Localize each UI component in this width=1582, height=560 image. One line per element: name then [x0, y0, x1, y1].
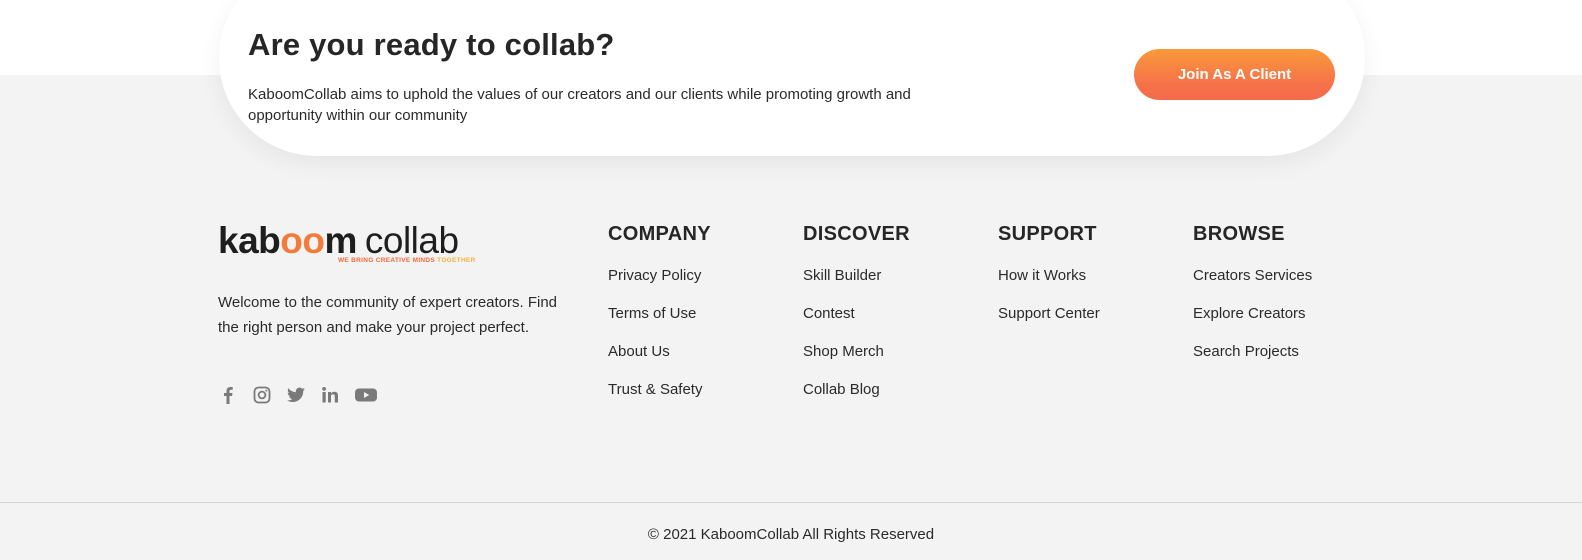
footer-link-explore-creators[interactable]: Explore Creators [1193, 304, 1312, 324]
youtube-icon[interactable] [354, 385, 378, 405]
footer-link-support-center[interactable]: Support Center [998, 304, 1100, 324]
join-as-client-button[interactable]: Join As A Client [1134, 49, 1335, 100]
footer-heading-support: SUPPORT [998, 223, 1097, 245]
social-links [218, 385, 378, 405]
logo-tagline-end: TOGETHER [437, 257, 476, 264]
footer-link-skill-builder[interactable]: Skill Builder [803, 266, 910, 286]
footer-column-support: SUPPORT How it Works Support Center [998, 222, 1100, 342]
footer-divider [0, 502, 1582, 503]
logo-part: collab [364, 220, 459, 261]
footer-column-discover: DISCOVER Skill Builder Contest Shop Merc… [803, 222, 910, 418]
cta-title: Are you ready to collab? [248, 27, 615, 62]
footer-column-browse: BROWSE Creators Services Explore Creator… [1193, 222, 1312, 380]
footer-link-about-us[interactable]: About Us [608, 342, 711, 362]
footer-link-shop-merch[interactable]: Shop Merch [803, 342, 910, 362]
facebook-icon[interactable] [218, 385, 238, 405]
footer-heading-browse: BROWSE [1193, 223, 1285, 245]
footer-link-how-it-works[interactable]: How it Works [998, 266, 1100, 286]
copyright-text: © 2021 KaboomCollab All Rights Reserved [647, 526, 935, 543]
logo-wordmark: kaboom collab [218, 222, 459, 260]
logo-accent: oo [280, 220, 325, 261]
linkedin-icon[interactable] [320, 385, 340, 405]
footer-link-contest[interactable]: Contest [803, 304, 910, 324]
footer-link-collab-blog[interactable]: Collab Blog [803, 380, 910, 400]
footer-link-terms-of-use[interactable]: Terms of Use [608, 304, 711, 324]
cta-description: KaboomCollab aims to uphold the values o… [248, 86, 911, 124]
logo-part: m [324, 220, 357, 261]
footer-link-privacy-policy[interactable]: Privacy Policy [608, 266, 711, 286]
footer-link-search-projects[interactable]: Search Projects [1193, 342, 1312, 362]
instagram-icon[interactable] [252, 385, 272, 405]
kaboomcollab-logo[interactable]: kaboom collab WE BRING CREATIVE MINDS TOG… [218, 222, 493, 268]
footer-link-trust-safety[interactable]: Trust & Safety [608, 380, 711, 400]
footer-heading-company: COMPANY [608, 223, 711, 245]
logo-part: kab [218, 220, 281, 261]
footer-column-company: COMPANY Privacy Policy Terms of Use Abou… [608, 222, 711, 418]
footer-link-creators-services[interactable]: Creators Services [1193, 266, 1312, 286]
twitter-icon[interactable] [286, 385, 306, 405]
logo-tagline: WE BRING CREATIVE MINDS TOGETHER [338, 257, 476, 264]
footer-heading-discover: DISCOVER [803, 223, 910, 245]
logo-tagline-main: WE BRING CREATIVE MINDS [338, 257, 438, 264]
welcome-text: Welcome to the community of expert creat… [218, 294, 558, 336]
